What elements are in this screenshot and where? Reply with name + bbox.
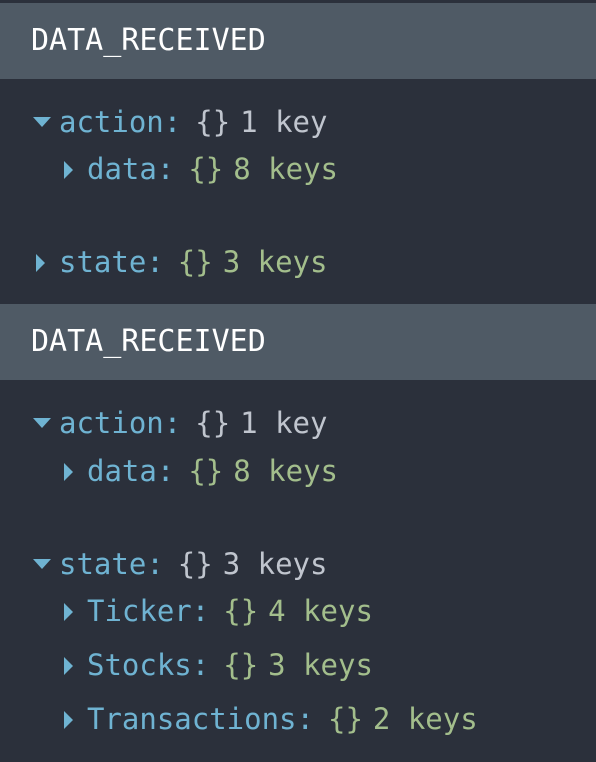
tree-node-action[interactable]: action:{} 1 key bbox=[31, 403, 327, 443]
node-key: Transactions bbox=[87, 702, 297, 736]
node-key: Ticker bbox=[87, 594, 192, 628]
node-summary: 1 key bbox=[240, 105, 328, 139]
node-summary: 8 keys bbox=[233, 152, 338, 186]
tree-node-state[interactable]: state:{} 3 keys bbox=[31, 544, 327, 584]
node-type: {} bbox=[177, 547, 213, 581]
node-key: state bbox=[59, 245, 147, 279]
caret-right-icon[interactable] bbox=[59, 699, 87, 739]
tree-node-data[interactable]: data:{} 8 keys bbox=[59, 451, 338, 491]
node-summary: 1 key bbox=[240, 406, 328, 440]
action-header[interactable]: DATA_RECEIVED bbox=[0, 304, 596, 380]
node-summary: 3 keys bbox=[222, 245, 328, 279]
caret-right-icon[interactable] bbox=[59, 645, 87, 685]
node-key: state bbox=[59, 547, 147, 581]
node-summary: 4 keys bbox=[268, 594, 373, 628]
caret-right-icon[interactable] bbox=[59, 591, 87, 631]
node-type: {} bbox=[327, 702, 363, 736]
node-summary: 8 keys bbox=[233, 454, 338, 488]
caret-down-icon[interactable] bbox=[31, 102, 59, 142]
tree-node-data[interactable]: data:{} 8 keys bbox=[59, 149, 338, 189]
node-type: {} bbox=[195, 105, 231, 139]
tree-node-ticker[interactable]: Ticker:{} 4 keys bbox=[59, 591, 373, 631]
node-type: {} bbox=[223, 594, 259, 628]
caret-right-icon[interactable] bbox=[31, 242, 59, 282]
node-key: data bbox=[87, 152, 157, 186]
node-key: Stocks bbox=[87, 648, 192, 682]
tree-node-stocks[interactable]: Stocks:{} 3 keys bbox=[59, 645, 373, 685]
node-key: data bbox=[87, 454, 157, 488]
tree-node-action[interactable]: action:{} 1 key bbox=[31, 102, 327, 142]
tree-node-state[interactable]: state:{} 3 keys bbox=[31, 242, 327, 282]
node-type: {} bbox=[223, 648, 259, 682]
node-summary: 2 keys bbox=[372, 702, 478, 736]
node-key: action bbox=[59, 105, 164, 139]
node-type: {} bbox=[195, 406, 231, 440]
node-type: {} bbox=[188, 152, 224, 186]
node-type: {} bbox=[177, 245, 213, 279]
caret-right-icon[interactable] bbox=[59, 451, 87, 491]
node-type: {} bbox=[188, 454, 224, 488]
caret-down-icon[interactable] bbox=[31, 403, 59, 443]
caret-right-icon[interactable] bbox=[59, 149, 87, 189]
tree-node-transactions[interactable]: Transactions:{} 2 keys bbox=[59, 699, 478, 739]
caret-down-icon[interactable] bbox=[31, 544, 59, 584]
action-header[interactable]: DATA_RECEIVED bbox=[0, 3, 596, 79]
node-key: action bbox=[59, 406, 164, 440]
node-summary: 3 keys bbox=[222, 547, 328, 581]
node-summary: 3 keys bbox=[268, 648, 373, 682]
